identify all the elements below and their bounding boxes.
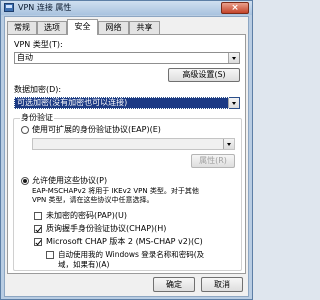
- authentication-group: 身份验证 使用可扩展的身份验证协议(EAP)(E) 属性(R) 允许使用这些协议…: [13, 113, 242, 271]
- eap-method-select[interactable]: [32, 138, 235, 150]
- data-encryption-label: 数据加密(D):: [14, 85, 62, 94]
- close-button[interactable]: ×: [221, 2, 249, 14]
- vpn-type-select[interactable]: 自动: [14, 52, 240, 64]
- mschap-v2-checkbox[interactable]: [34, 238, 42, 246]
- security-panel: VPN 类型(T): 自动 高级设置(S) 数据加密(D): 可选加密(没有加密…: [7, 34, 246, 274]
- properties-button[interactable]: 属性(R): [191, 154, 235, 168]
- mschap-v2-label[interactable]: Microsoft CHAP 版本 2 (MS-CHAP v2)(C): [46, 237, 203, 247]
- chevron-down-icon: [223, 139, 234, 149]
- pap-checkbox[interactable]: [34, 212, 42, 220]
- protocols-description-line2: VPN 类型，请在这些协议中任意选择。: [32, 196, 154, 204]
- tab-security[interactable]: 安全: [67, 19, 98, 35]
- chap-label[interactable]: 质询握手身份验证协议(CHAP)(H): [46, 224, 166, 234]
- data-encryption-value: 可选加密(没有加密也可以连接): [14, 97, 229, 109]
- auto-windows-logon-label-line1[interactable]: 自动使用我的 Windows 登录名称和密码(及: [58, 250, 204, 260]
- chap-checkbox[interactable]: [34, 225, 42, 233]
- vpn-type-label: VPN 类型(T):: [14, 40, 63, 49]
- ok-button[interactable]: 确定: [153, 277, 195, 292]
- protocols-description-line1: EAP-MSCHAPv2 将用于 IKEv2 VPN 类型。对于其他: [32, 187, 199, 195]
- network-connection-icon: [4, 3, 14, 12]
- authentication-group-title: 身份验证: [20, 113, 54, 123]
- eap-radio-label[interactable]: 使用可扩展的身份验证协议(EAP)(E): [32, 125, 161, 135]
- tab-options[interactable]: 选项: [37, 21, 67, 34]
- allow-protocols-radio[interactable]: [21, 177, 29, 185]
- advanced-settings-button[interactable]: 高级设置(S): [168, 68, 240, 82]
- pap-label[interactable]: 未加密的密码(PAP)(U): [46, 211, 127, 221]
- cancel-button[interactable]: 取消: [201, 277, 243, 292]
- window-title: VPN 连接 属性: [18, 3, 72, 12]
- title-bar[interactable]: VPN 连接 属性 ×: [1, 1, 252, 15]
- auto-windows-logon-label-line2[interactable]: 域，如果有)(A): [58, 260, 109, 270]
- data-encryption-select[interactable]: 可选加密(没有加密也可以连接): [14, 97, 240, 109]
- dialog-client: 常规 选项 安全 网络 共享 VPN 类型(T): 自动 高级设置(S) 数据加…: [4, 16, 249, 297]
- allow-protocols-label[interactable]: 允许使用这些协议(P): [32, 176, 107, 186]
- chevron-down-icon: [228, 98, 239, 108]
- eap-radio[interactable]: [21, 126, 29, 134]
- tab-general[interactable]: 常规: [7, 21, 37, 34]
- chevron-down-icon: [228, 53, 239, 63]
- tab-network[interactable]: 网络: [98, 21, 129, 34]
- vpn-type-value: 自动: [17, 53, 33, 62]
- auto-windows-logon-checkbox[interactable]: [46, 251, 54, 259]
- window: VPN 连接 属性 × 常规 选项 安全 网络 共享 VPN 类型(T): 自动…: [0, 0, 253, 300]
- tab-sharing[interactable]: 共享: [129, 21, 160, 34]
